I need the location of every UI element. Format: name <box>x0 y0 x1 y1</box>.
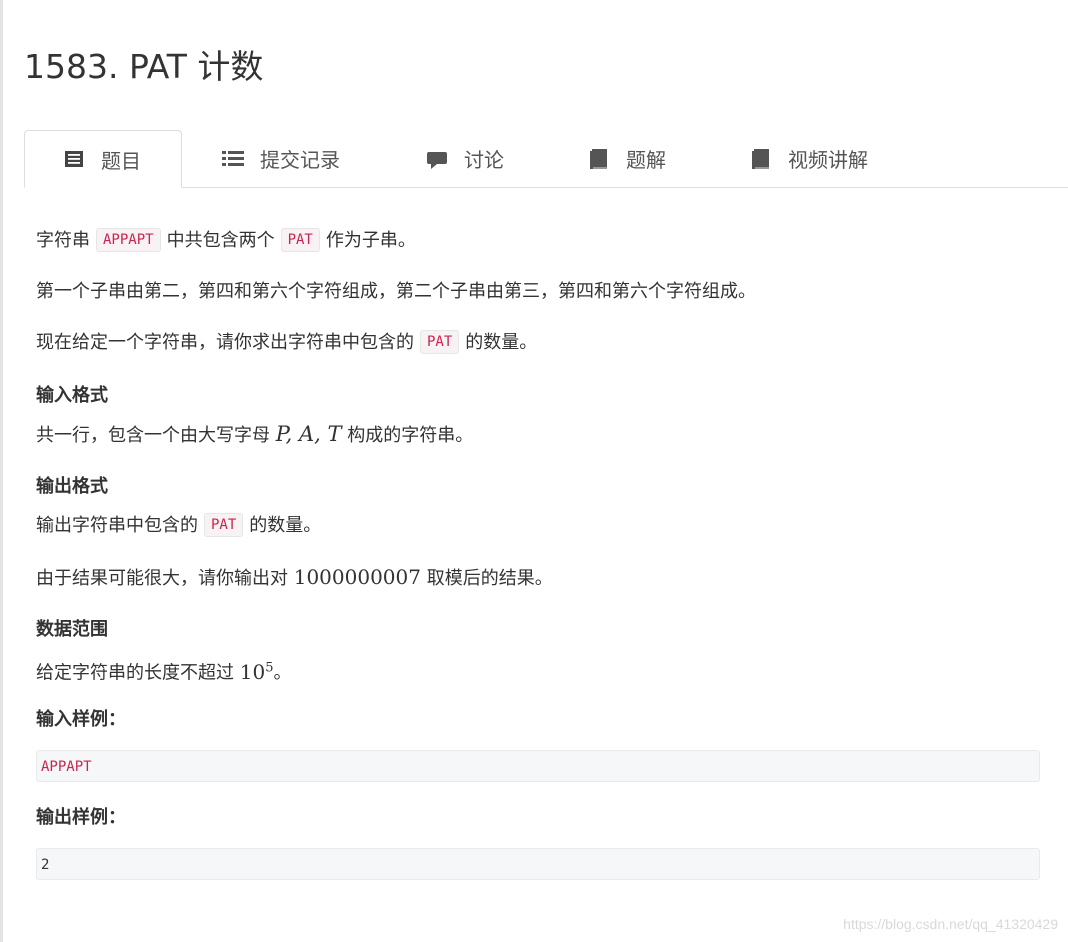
comment-icon <box>426 148 448 170</box>
tab-solutions[interactable]: 题解 <box>588 130 666 187</box>
text: 现在给定一个字符串，请你求出字符串中包含的 <box>36 332 414 353</box>
list-icon <box>222 148 244 170</box>
tab-label: 讨论 <box>464 148 504 172</box>
text: 的数量。 <box>249 515 322 536</box>
left-border <box>0 0 3 942</box>
text: 构成的字符串。 <box>347 425 474 446</box>
modulus-number: 1000000007 <box>293 565 421 589</box>
text: 取模后的结果。 <box>426 568 553 589</box>
page-title: 1583. PAT 计数 <box>24 47 264 86</box>
data-range-heading: 数据范围 <box>36 619 108 640</box>
sample-input-heading: 输入样例： <box>36 709 126 730</box>
tab-submissions[interactable]: 提交记录 <box>222 130 340 187</box>
tab-label: 视频讲解 <box>788 148 868 172</box>
tab-label: 题目 <box>101 148 141 173</box>
text: 的数量。 <box>465 332 538 353</box>
description-line-1: 字符串 APPAPT 中共包含两个 PAT 作为子串。 <box>36 226 416 256</box>
output-format-heading: 输出格式 <box>36 476 108 497</box>
text: 。 <box>273 662 292 684</box>
inline-code: PAT <box>420 330 460 354</box>
text: 共一行，包含一个由大写字母 <box>36 425 270 446</box>
output-format-line-2: 由于结果可能很大，请你输出对 1000000007 取模后的结果。 <box>36 562 553 594</box>
tab-bar: 题目 提交记录 讨论 题解 视频讲解 <box>24 130 1068 188</box>
inline-code: PAT <box>204 513 244 537</box>
description-line-3: 现在给定一个字符串，请你求出字符串中包含的 PAT 的数量。 <box>36 328 537 358</box>
tab-discussion[interactable]: 讨论 <box>426 130 504 187</box>
sample-input-block[interactable]: APPAPT <box>36 750 1040 782</box>
tab-label: 提交记录 <box>260 148 340 172</box>
text: 字符串 <box>36 230 90 251</box>
text: 输出字符串中包含的 <box>36 515 198 536</box>
tab-video[interactable]: 视频讲解 <box>750 130 868 187</box>
inline-code: PAT <box>280 228 320 252</box>
sample-output-heading: 输出样例： <box>36 807 126 828</box>
tab-problem[interactable]: 题目 <box>24 130 182 188</box>
sample-output-block[interactable]: 2 <box>36 848 1040 880</box>
math-letters: P, A, T <box>275 422 342 446</box>
text: 作为子串。 <box>325 230 416 251</box>
inline-code: APPAPT <box>96 228 161 252</box>
book-icon <box>588 148 610 170</box>
data-range-text: 给定字符串的长度不超过 105。 <box>36 653 291 689</box>
power-base: 10 <box>239 659 266 684</box>
output-format-line-1: 输出字符串中包含的 PAT 的数量。 <box>36 511 321 541</box>
description-line-2: 第一个子串由第二，第四和第六个字符组成，第二个子串由第三，第四和第六个字符组成。 <box>36 281 756 302</box>
text: 中共包含两个 <box>166 230 275 251</box>
book-icon <box>750 148 772 170</box>
input-format-heading: 输入格式 <box>36 385 108 406</box>
power-expression: 105 <box>240 660 274 684</box>
watermark: https://blog.csdn.net/qq_41320429 <box>843 916 1058 932</box>
tab-label: 题解 <box>626 148 666 172</box>
input-format-text: 共一行，包含一个由大写字母 P, A, T 构成的字符串。 <box>36 419 473 451</box>
text: 由于结果可能很大，请你输出对 <box>36 568 288 589</box>
text: 给定字符串的长度不超过 <box>36 662 234 684</box>
document-list-icon <box>63 148 85 170</box>
